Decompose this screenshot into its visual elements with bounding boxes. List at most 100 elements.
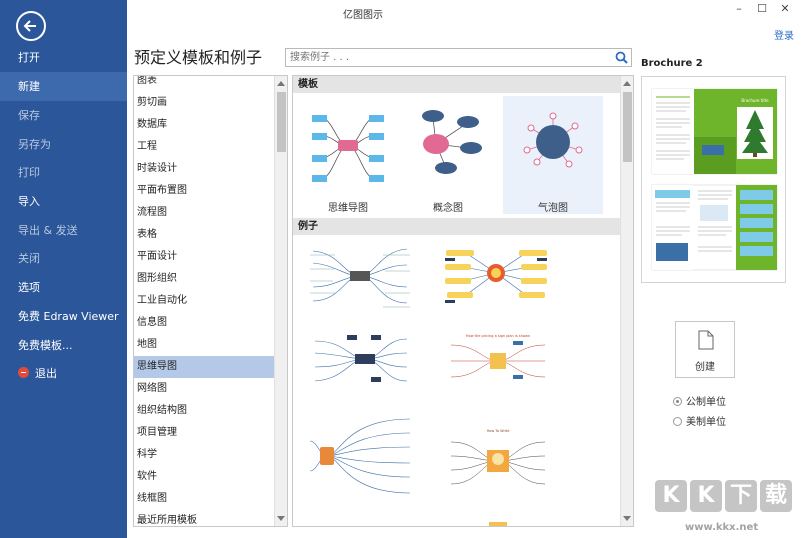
category-item[interactable]: 表格	[134, 224, 275, 246]
category-item[interactable]: 数据库	[134, 114, 275, 136]
example-title: How the pricing a sign plan is shown	[466, 334, 530, 338]
nav-free-viewer[interactable]: 免费 Edraw Viewer	[0, 302, 127, 331]
preview-title: Brochure 2	[641, 58, 703, 69]
example-thumbnail-icon	[309, 418, 411, 494]
nav-free-templates[interactable]: 免费模板...	[0, 331, 127, 360]
back-button[interactable]	[16, 11, 46, 41]
backstage-nav: 打开 新建 保存 另存为 打印 导入 导出 & 发送 关闭 选项 免费 Edra…	[0, 0, 127, 538]
category-item[interactable]: 线框图	[134, 488, 275, 510]
category-item[interactable]: 流程图	[134, 202, 275, 224]
create-label: 创建	[695, 362, 715, 373]
example-thumbnail-icon: How To Write	[450, 429, 546, 485]
template-label: 气泡图	[538, 203, 568, 214]
category-item[interactable]: 图表	[134, 76, 275, 92]
nav-exit[interactable]: 退出	[0, 359, 127, 388]
category-item[interactable]: 组织结构图	[134, 400, 275, 422]
category-items: 图表 剪切画 数据库 工程 时装设计 平面布置图 流程图 表格 平面设计 图形组织 工业自动化 信息图…	[134, 76, 275, 526]
search-icon[interactable]	[615, 51, 628, 64]
category-item[interactable]: 信息图	[134, 312, 275, 334]
nav-print[interactable]: 打印	[0, 158, 127, 187]
radio-unchecked-icon	[673, 417, 682, 426]
nav-new[interactable]: 新建	[0, 72, 127, 101]
bubble-chart-thumbnail-icon	[523, 112, 583, 168]
example-thumbnail-icon	[489, 522, 507, 526]
category-item[interactable]: 最近所用模板	[134, 510, 275, 526]
scroll-up-icon[interactable]	[623, 81, 631, 86]
gallery-scrollbar[interactable]	[620, 76, 633, 526]
example-title: How To Write	[487, 429, 510, 433]
watermark-logo: 下	[725, 480, 757, 512]
example-mindmap-5[interactable]	[305, 411, 415, 504]
radio-checked-icon	[673, 397, 682, 406]
arrow-left-icon	[23, 20, 36, 32]
template-gallery: 模板 思维导图 概念图 气泡图 例子 How the pricing a sig…	[292, 75, 634, 527]
category-item[interactable]: 平面设计	[134, 246, 275, 268]
metric-units-radio[interactable]: 公制单位	[673, 393, 726, 408]
example-thumbnail-icon	[310, 248, 410, 308]
scroll-down-icon[interactable]	[623, 516, 631, 521]
watermark: K K 下 载 www.kkx.net	[655, 480, 795, 535]
category-item[interactable]: 剪切画	[134, 92, 275, 114]
example-mindmap-3[interactable]	[305, 331, 415, 394]
nav-save[interactable]: 保存	[0, 101, 127, 130]
templates-heading: 模板	[293, 76, 621, 93]
category-item[interactable]: 思维导图	[134, 356, 275, 378]
search-input[interactable]	[286, 49, 606, 66]
category-item[interactable]: 时装设计	[134, 158, 275, 180]
app-window: 打开 新建 保存 另存为 打印 导入 导出 & 发送 关闭 选项 免费 Edra…	[0, 0, 804, 538]
category-item[interactable]: 工程	[134, 136, 275, 158]
radio-label: 美制单位	[686, 417, 726, 428]
example-thumbnail-icon: How the pricing a sign plan is shown	[450, 334, 546, 379]
template-label: 思维导图	[328, 203, 368, 214]
example-mindmap-6[interactable]: How To Write	[443, 426, 553, 499]
example-mindmap-1[interactable]	[305, 241, 415, 314]
template-bubble-chart[interactable]: 气泡图	[503, 96, 603, 214]
concept-map-thumbnail-icon	[422, 110, 482, 174]
new-document-icon	[698, 330, 714, 350]
brochure-heading: Brochure title	[741, 98, 769, 103]
scroll-down-icon[interactable]	[277, 516, 285, 521]
nav-export-send[interactable]: 导出 & 发送	[0, 216, 127, 245]
create-button[interactable]: 创建	[675, 321, 735, 378]
category-item[interactable]: 软件	[134, 466, 275, 488]
close-window-button[interactable]: ✕	[774, 2, 796, 16]
example-mindmap-2[interactable]	[441, 241, 551, 314]
login-link[interactable]: 登录	[774, 27, 794, 42]
scroll-thumb[interactable]	[277, 92, 286, 152]
scroll-thumb[interactable]	[623, 92, 632, 162]
radio-label: 公制单位	[686, 397, 726, 408]
nav-close[interactable]: 关闭	[0, 244, 127, 273]
page-title: 预定义模板和例子	[134, 48, 263, 67]
examples-heading: 例子	[293, 218, 621, 235]
nav-options[interactable]: 选项	[0, 273, 127, 302]
brochure-preview-icon: Brochure title	[651, 88, 778, 271]
search-box	[285, 48, 632, 67]
minimize-button[interactable]: –	[728, 2, 750, 16]
category-item[interactable]: 平面布置图	[134, 180, 275, 202]
example-thumbnail-icon	[445, 250, 547, 303]
category-item[interactable]: 项目管理	[134, 422, 275, 444]
category-item[interactable]: 网络图	[134, 378, 275, 400]
us-units-radio[interactable]: 美制单位	[673, 413, 726, 428]
nav-import[interactable]: 导入	[0, 187, 127, 216]
window-title: 亿图图示	[343, 10, 383, 21]
exit-icon	[18, 367, 29, 378]
watermark-logo: 载	[760, 480, 792, 512]
scroll-up-icon[interactable]	[277, 81, 285, 86]
maximize-button[interactable]: ☐	[751, 2, 773, 16]
category-item[interactable]: 工业自动化	[134, 290, 275, 312]
category-scrollbar[interactable]	[274, 76, 287, 526]
nav-open[interactable]: 打开	[0, 43, 127, 72]
category-item[interactable]: 科学	[134, 444, 275, 466]
template-preview: Brochure title	[641, 76, 786, 283]
template-concept-map[interactable]: 概念图	[398, 96, 498, 214]
template-mindmap[interactable]: 思维导图	[298, 96, 398, 214]
template-label: 概念图	[433, 203, 463, 214]
example-mindmap-4[interactable]: How the pricing a sign plan is shown	[443, 331, 553, 404]
category-item[interactable]: 图形组织	[134, 268, 275, 290]
nav-save-as[interactable]: 另存为	[0, 130, 127, 159]
category-item[interactable]: 地图	[134, 334, 275, 356]
mindmap-thumbnail-icon	[312, 115, 384, 182]
example-mindmap-7[interactable]	[443, 514, 553, 526]
nav-exit-label: 退出	[35, 367, 57, 380]
